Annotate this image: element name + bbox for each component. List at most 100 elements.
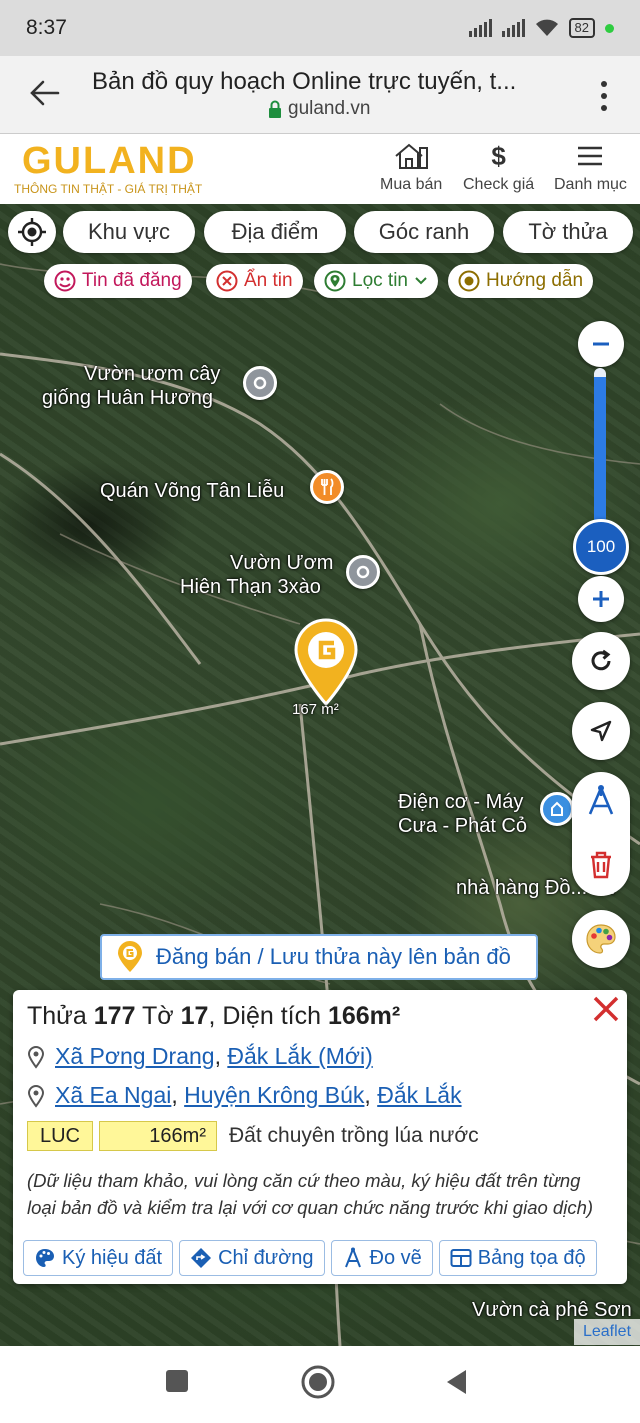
chip-loc-tin[interactable]: Lọc tin bbox=[314, 264, 438, 298]
lock-icon bbox=[269, 100, 281, 118]
map-label-dien-co-line1: Điện cơ - Máy bbox=[398, 791, 524, 813]
status-time: 8:37 bbox=[26, 16, 67, 39]
address-new: Xã Pơng Drang, Đắk Lắk (Mới) bbox=[27, 1043, 613, 1070]
measure-tools bbox=[572, 772, 630, 896]
battery-icon: 82 bbox=[568, 18, 595, 38]
to-label: Tờ bbox=[142, 1002, 174, 1030]
map-label-quan-vong: Quán Võng Tân Liễu bbox=[100, 480, 285, 502]
land-type-row: LUC 166m² Đất chuyên trồng lúa nước bbox=[27, 1121, 613, 1151]
link-dak-lak-moi[interactable]: Đắk Lắk (Mới) bbox=[227, 1043, 372, 1069]
post-banner-label: Đăng bán / Lưu thửa này lên bản đồ bbox=[156, 944, 511, 969]
close-icon bbox=[593, 996, 619, 1022]
map-label-vuon-uom-2-line2: Hiên Thạn 3xào bbox=[180, 576, 321, 598]
nav-check-gia[interactable]: $ Check giá bbox=[463, 141, 534, 194]
locate-button[interactable] bbox=[8, 211, 56, 253]
measure-small-icon bbox=[344, 1247, 361, 1268]
guland-pin-icon bbox=[118, 941, 142, 972]
filter-pin-icon bbox=[324, 270, 346, 292]
shop-icon[interactable] bbox=[540, 792, 574, 826]
url-row[interactable]: guland.vn bbox=[268, 98, 370, 120]
map-label-vuon-uom-2-line1: Vườn Ươm bbox=[230, 552, 334, 574]
map-label-vuon-uom-line1: Vườn ươm cây bbox=[84, 363, 221, 385]
trash-icon[interactable] bbox=[587, 850, 615, 880]
zoom-in-button[interactable] bbox=[578, 576, 624, 622]
link-huyen-krong-buk[interactable]: Huyện Krông Búk bbox=[184, 1082, 364, 1108]
page-title[interactable]: Bản đồ quy hoạch Online trực tuyến, t... bbox=[92, 68, 562, 96]
close-button[interactable] bbox=[591, 994, 621, 1024]
hamburger-icon bbox=[572, 142, 608, 170]
link-xa-ea-ngai[interactable]: Xã Ea Ngai bbox=[55, 1082, 171, 1108]
home-icon[interactable] bbox=[300, 1364, 336, 1400]
do-ve-label: Đo vẽ bbox=[369, 1246, 422, 1269]
chip-an-tin-label: Ẩn tin bbox=[244, 270, 293, 291]
chip-huong-dan-label: Hướng dẫn bbox=[486, 270, 584, 291]
nav-mua-ban[interactable]: Mua bán bbox=[380, 142, 442, 194]
filter-dia-diem[interactable]: Địa điểm bbox=[204, 211, 346, 253]
parcel-summary: Thửa 177 Tờ 17, Diện tích 166m² bbox=[27, 1002, 613, 1031]
action-buttons: Ký hiệu đất Chỉ đường Đo vẽ Bảng tọa độ bbox=[23, 1240, 597, 1276]
bang-toa-do-button[interactable]: Bảng tọa độ bbox=[438, 1240, 597, 1276]
map-label-dien-co-line2: Cưa - Phát Cỏ bbox=[398, 815, 527, 837]
nav-danh-muc-label: Danh mục bbox=[554, 176, 627, 193]
chip-huong-dan[interactable]: Hướng dẫn bbox=[448, 264, 594, 298]
do-ve-button[interactable]: Đo vẽ bbox=[330, 1240, 433, 1276]
navigate-button[interactable] bbox=[572, 702, 630, 760]
nav-danh-muc[interactable]: Danh mục bbox=[554, 142, 627, 194]
restaurant-icon[interactable] bbox=[310, 470, 344, 504]
filter-to-thua[interactable]: Tờ thửa bbox=[503, 211, 633, 253]
more-vert-icon[interactable] bbox=[596, 78, 612, 114]
zoom-slider[interactable] bbox=[594, 368, 606, 544]
chi-duong-button[interactable]: Chỉ đường bbox=[179, 1240, 325, 1276]
guland-logo[interactable]: GULAND THÔNG TIN THẬT - GIÁ TRỊ THẬT bbox=[14, 140, 214, 198]
land-code-badge: LUC bbox=[27, 1121, 93, 1151]
house-icon bbox=[393, 142, 429, 170]
palette-icon bbox=[586, 924, 616, 954]
palette-button[interactable] bbox=[572, 910, 630, 968]
privacy-dot-icon bbox=[605, 23, 614, 33]
ky-hieu-dat-button[interactable]: Ký hiệu đất bbox=[23, 1240, 174, 1276]
refresh-icon bbox=[591, 649, 611, 671]
minus-icon bbox=[593, 342, 609, 346]
back-arrow-icon[interactable] bbox=[28, 76, 62, 110]
poi-pin-icon[interactable] bbox=[243, 366, 277, 400]
palette-small-icon bbox=[36, 1249, 54, 1267]
thua-label: Thửa bbox=[27, 1002, 87, 1030]
link-dak-lak[interactable]: Đắk Lắk bbox=[377, 1082, 461, 1108]
navigation-arrow-icon bbox=[590, 720, 612, 742]
disclaimer-note: (Dữ liệu tham khảo, vui lòng căn cứ theo… bbox=[27, 1170, 594, 1218]
logo-word: GULAND bbox=[22, 140, 197, 182]
zoom-level-knob[interactable]: 100 bbox=[573, 519, 629, 575]
logo-tagline: THÔNG TIN THẬT - GIÁ TRỊ THẬT bbox=[14, 182, 203, 196]
bang-toa-do-label: Bảng tọa độ bbox=[477, 1246, 586, 1269]
recent-apps-icon[interactable] bbox=[164, 1368, 190, 1394]
area-label: , Diện tích bbox=[208, 1002, 321, 1030]
refresh-button[interactable] bbox=[572, 632, 630, 690]
zoom-out-button[interactable] bbox=[578, 321, 624, 367]
location-pin-icon-2 bbox=[27, 1084, 45, 1108]
browser-bar: Bản đồ quy hoạch Online trực tuyến, t...… bbox=[0, 56, 640, 134]
poi-pin-icon-2[interactable] bbox=[346, 555, 380, 589]
leaflet-attribution[interactable]: Leaflet bbox=[574, 1319, 640, 1345]
filter-goc-ranh[interactable]: Góc ranh bbox=[354, 211, 494, 253]
map-label-vuon-uom-line2: giống Huân Hương bbox=[42, 387, 214, 409]
hide-icon bbox=[216, 270, 238, 292]
status-bar: 8:37 82 bbox=[0, 0, 640, 56]
marker-area-label: 167 m² bbox=[292, 701, 339, 718]
filter-khu-vuc[interactable]: Khu vực bbox=[63, 211, 195, 253]
back-triangle-icon[interactable] bbox=[444, 1368, 470, 1396]
post-parcel-banner[interactable]: Đăng bán / Lưu thửa này lên bản đồ bbox=[100, 934, 538, 980]
chip-tin-da-dang[interactable]: Tin đã đăng bbox=[44, 264, 192, 298]
guide-icon bbox=[458, 270, 480, 292]
thua-number: 177 bbox=[93, 1002, 136, 1030]
chip-loc-tin-label: Lọc tin bbox=[352, 270, 408, 291]
signal-icon-2 bbox=[501, 19, 525, 37]
table-icon bbox=[450, 1249, 472, 1267]
url-text: guland.vn bbox=[288, 98, 371, 119]
parcel-marker-icon[interactable] bbox=[292, 618, 360, 706]
chevron-down-icon bbox=[415, 277, 427, 285]
link-xa-pong-drang[interactable]: Xã Pơng Drang bbox=[55, 1043, 215, 1069]
site-header: GULAND THÔNG TIN THẬT - GIÁ TRỊ THẬT Mua… bbox=[0, 134, 640, 204]
measure-icon[interactable] bbox=[584, 784, 618, 818]
chip-an-tin[interactable]: Ẩn tin bbox=[206, 264, 303, 298]
wifi-icon bbox=[535, 19, 558, 36]
